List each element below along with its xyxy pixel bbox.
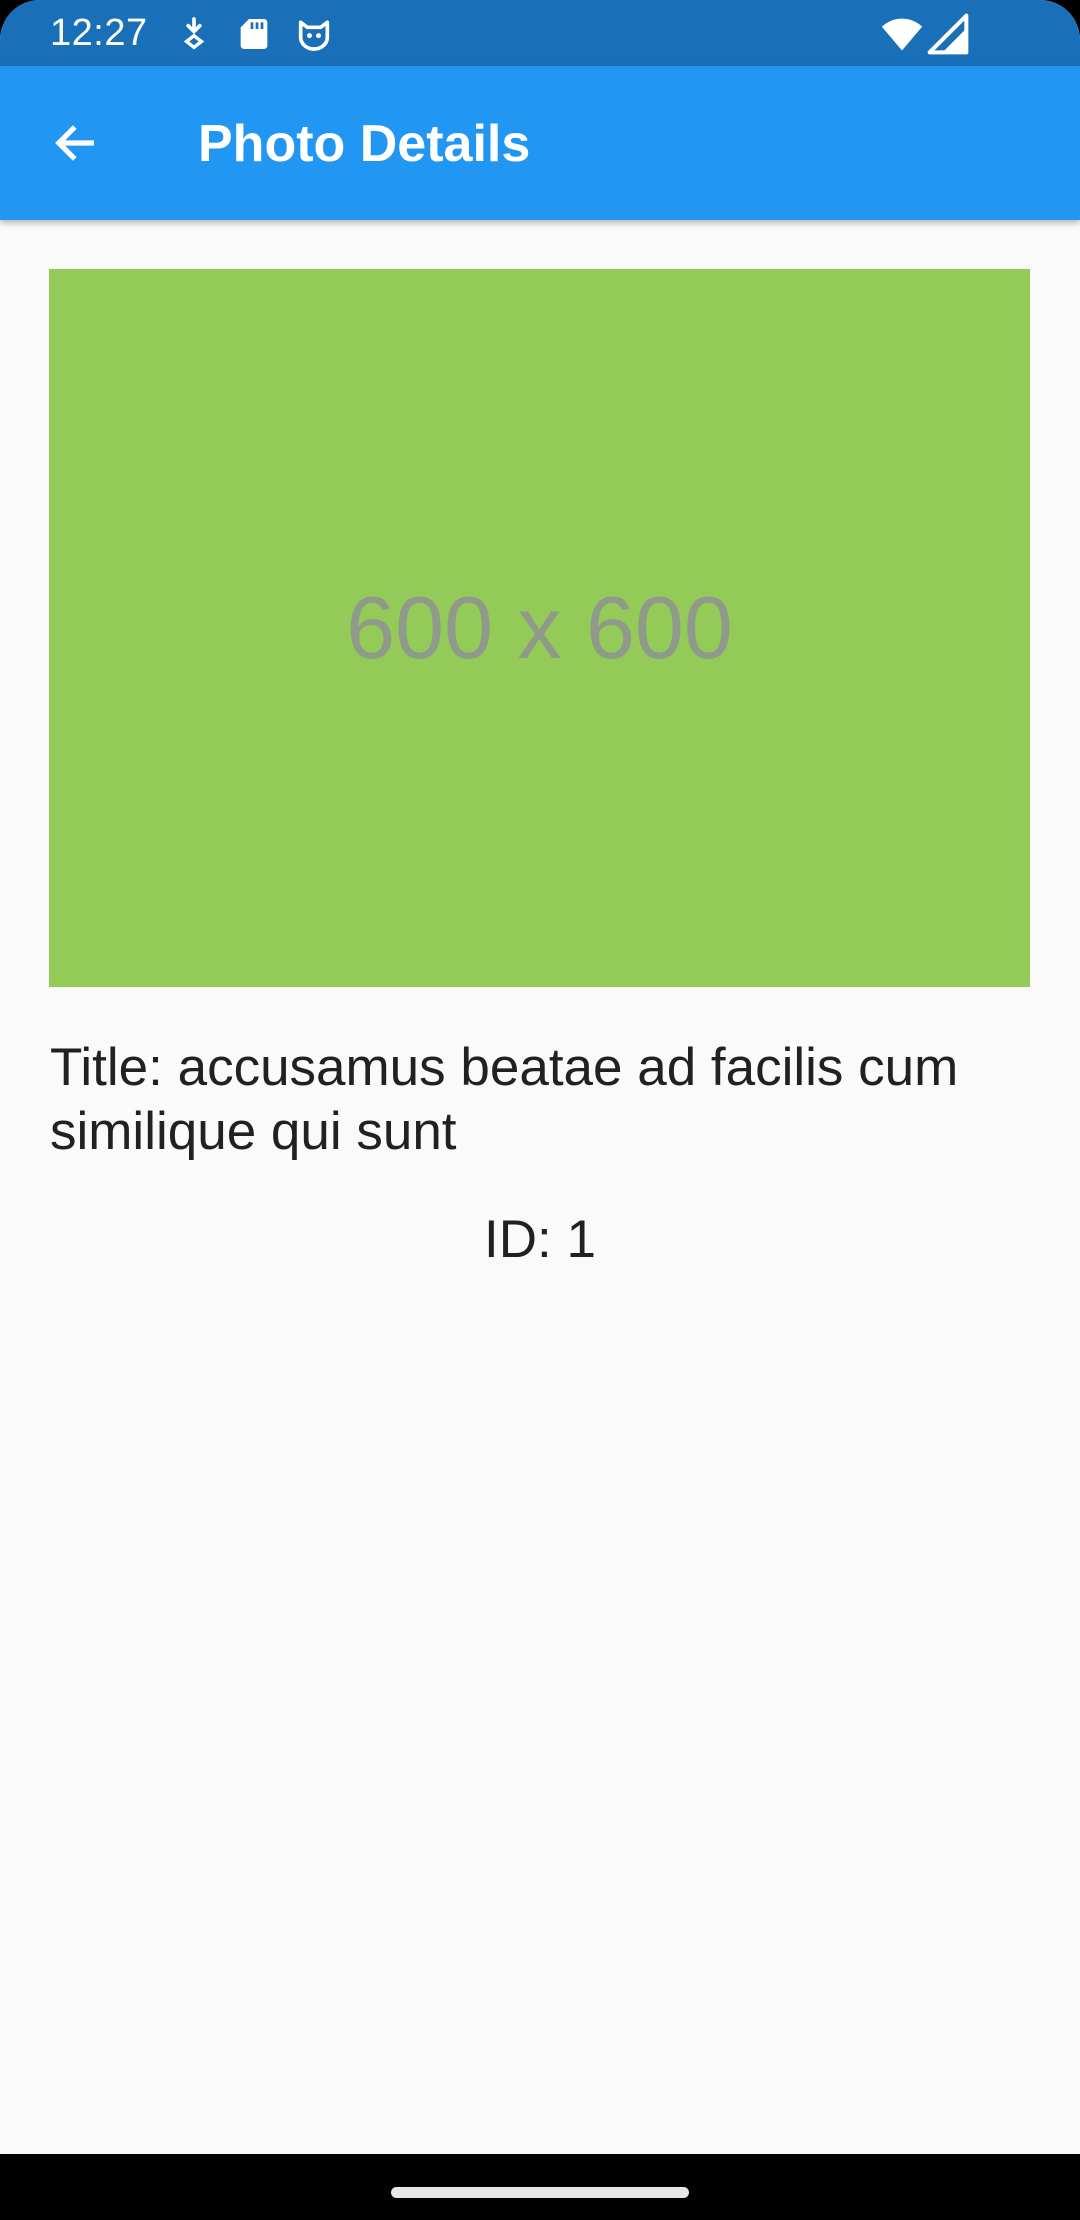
status-time: 12:27: [50, 12, 148, 54]
navigation-bar: [0, 2154, 1080, 2220]
status-bar: 12:27: [0, 0, 1080, 66]
back-button[interactable]: [28, 97, 120, 189]
photo-image: 600 x 600: [49, 269, 1030, 987]
arrow-back-icon: [55, 125, 94, 161]
cell-signal-icon: [927, 13, 969, 55]
photo-id: ID: 1: [484, 1210, 596, 1269]
app-bar: Photo Details: [0, 66, 1080, 220]
download-indicator-icon: [183, 17, 205, 50]
sd-card-icon: [240, 19, 268, 49]
page-title: Photo Details: [198, 115, 531, 173]
wifi-icon: [881, 18, 923, 51]
photo-title: Title: accusamus beatae ad facilis cum s…: [50, 1038, 959, 1161]
photo-placeholder-label: 600 x 600: [346, 578, 733, 677]
device-screen: 12:27 Photo Details 600 x 600 Title: acc…: [0, 0, 1080, 2220]
gesture-handle-icon[interactable]: [391, 2187, 689, 2198]
cat-app-icon: [298, 20, 330, 51]
